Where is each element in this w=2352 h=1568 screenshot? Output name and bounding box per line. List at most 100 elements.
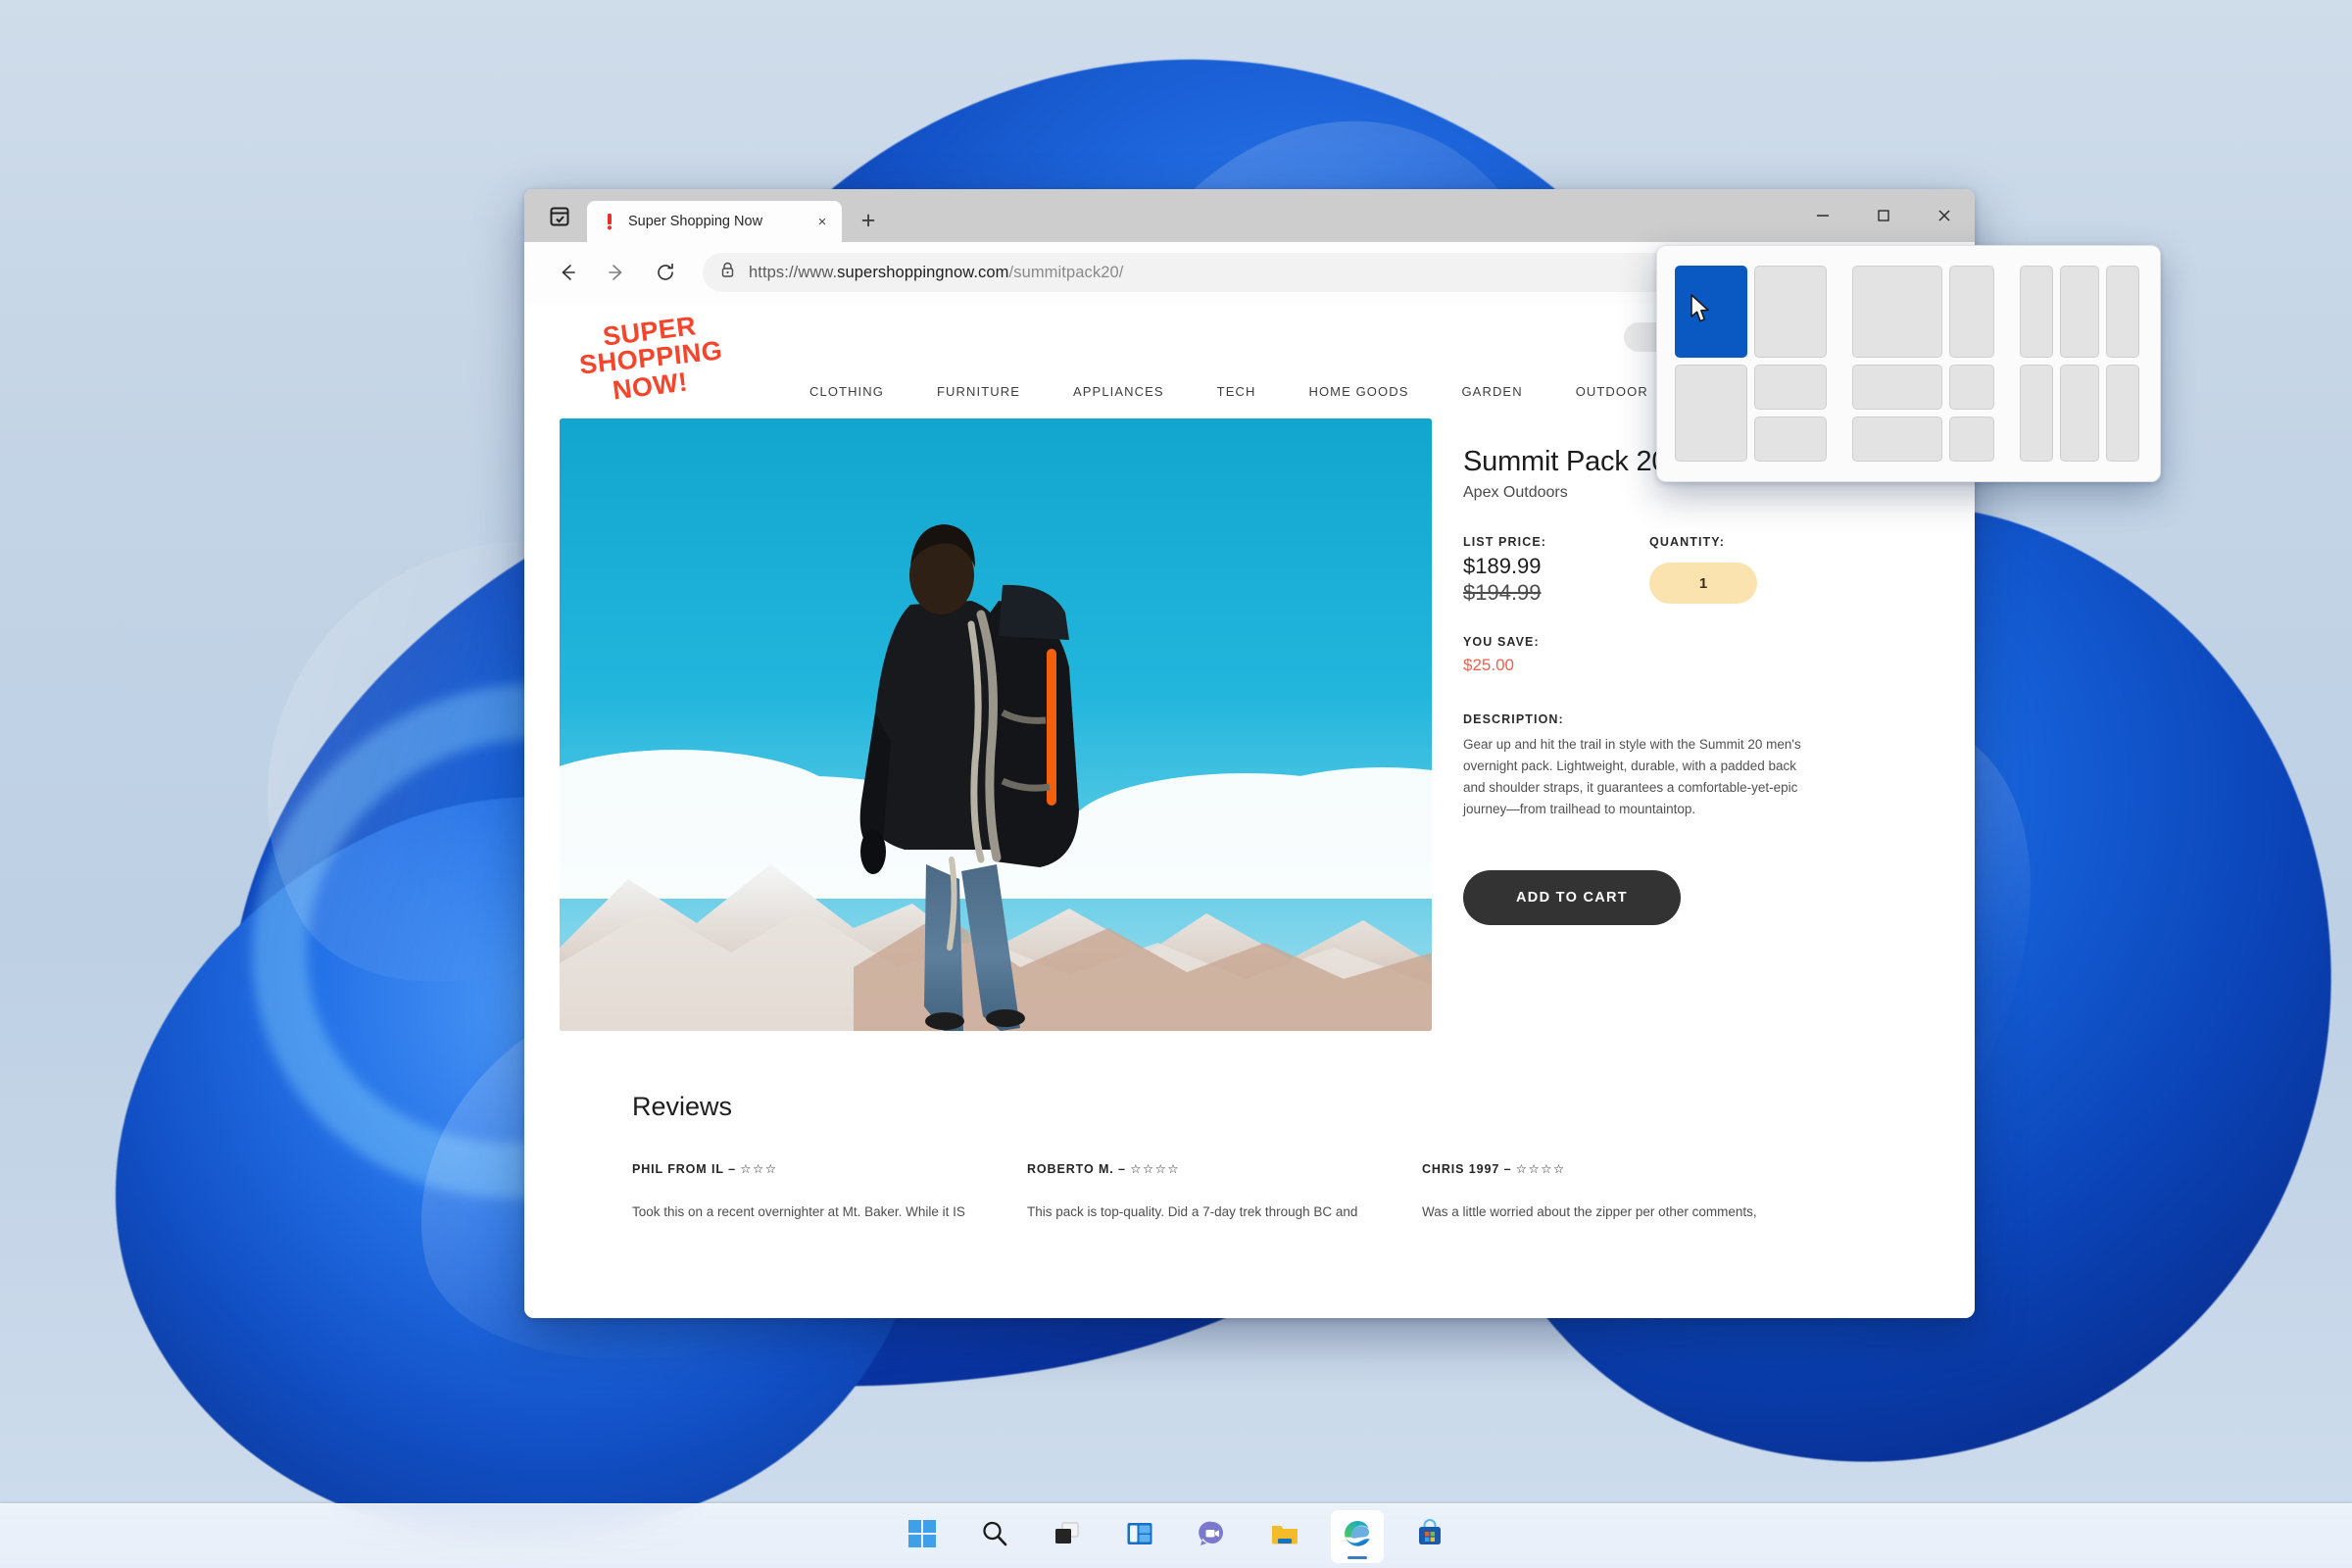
taskbar-item-microsoft-store[interactable] (1403, 1510, 1456, 1563)
snap-zone-col2-bottom[interactable] (2060, 365, 2099, 462)
microsoft-store-icon (1415, 1519, 1445, 1553)
nav-item-appliances[interactable]: APPLIANCES (1047, 384, 1191, 399)
review-body: Was a little worried about the zipper pe… (1422, 1201, 1782, 1223)
reviews-section: Reviews PHIL FROM IL – ☆☆☆ Took this on … (524, 1031, 1975, 1223)
review-author-line: PHIL FROM IL – ☆☆☆ (632, 1161, 992, 1176)
snap-layouts-flyout (1656, 245, 2161, 482)
product-hero-image (560, 418, 1432, 1031)
collections-icon[interactable] (538, 197, 581, 236)
snap-zone-wide-left[interactable] (1852, 266, 1942, 358)
nav-item-garden[interactable]: GARDEN (1435, 384, 1548, 399)
review-author-line: ROBERTO M. – ☆☆☆☆ (1027, 1161, 1387, 1176)
maximize-button[interactable] (1853, 189, 1914, 242)
minimize-button[interactable] (1792, 189, 1853, 242)
description-label: DESCRIPTION: (1463, 712, 1801, 726)
snap-zone-grid-bottom-right[interactable] (1949, 416, 1994, 462)
product-brand: Apex Outdoors (1463, 484, 1918, 502)
add-to-cart-button[interactable]: ADD TO CART (1463, 870, 1681, 925)
taskbar-icons (896, 1510, 1456, 1563)
taskbar-active-indicator (1348, 1556, 1367, 1559)
quantity-label: QUANTITY: (1649, 535, 1757, 549)
nav-item-home-goods[interactable]: HOME GOODS (1282, 384, 1435, 399)
quantity-input[interactable]: 1 (1649, 563, 1757, 604)
review-separator: – (728, 1162, 736, 1176)
start-icon (907, 1519, 937, 1553)
lock-icon (720, 262, 735, 283)
widgets-icon (1125, 1519, 1154, 1553)
snap-zone-bottom-left[interactable] (1675, 365, 1747, 462)
snap-zone-col1-top[interactable] (2020, 266, 2053, 358)
review-separator: – (1118, 1162, 1126, 1176)
site-logo[interactable]: SUPER SHOPPING NOW! (577, 315, 754, 405)
review-stars: ☆☆☆☆ (1516, 1162, 1566, 1176)
mouse-cursor (1690, 294, 1711, 323)
warning-exclamation-icon (601, 213, 618, 230)
reviews-heading: Reviews (632, 1092, 1906, 1122)
reviews-grid: PHIL FROM IL – ☆☆☆ Took this on a recent… (632, 1161, 1906, 1223)
snap-zone-col1-bottom[interactable] (2020, 365, 2053, 462)
review-item: ROBERTO M. – ☆☆☆☆ This pack is top-quali… (1027, 1161, 1422, 1223)
snap-zone-bottom-right[interactable] (1754, 416, 1827, 462)
price-block: LIST PRICE: $189.99 $194.99 (1463, 535, 1649, 606)
review-stars: ☆☆☆☆ (1130, 1162, 1180, 1176)
window-controls (1792, 189, 1975, 242)
product-section: Summit Pack 20 – Men's Apex Outdoors LIS… (524, 418, 1975, 1031)
site-navigation: CLOTHING FURNITURE APPLIANCES TECH HOME … (783, 384, 1675, 405)
new-tab-button[interactable]: + (852, 204, 885, 237)
snap-zone-grid-bottom-left[interactable] (1852, 416, 1942, 462)
browser-tab-title: Super Shopping Now (628, 214, 803, 229)
windows-taskbar (0, 1503, 2352, 1568)
product-details: Summit Pack 20 – Men's Apex Outdoors LIS… (1463, 418, 1939, 1031)
price-and-quantity-row: LIST PRICE: $189.99 $194.99 QUANTITY: 1 (1463, 535, 1918, 606)
back-button[interactable] (546, 251, 589, 294)
file-explorer-icon (1270, 1519, 1299, 1553)
snap-zone-col3-bottom[interactable] (2106, 365, 2139, 462)
price-current: $189.99 (1463, 554, 1649, 579)
nav-item-tech[interactable]: TECH (1191, 384, 1283, 399)
browser-tab[interactable]: Super Shopping Now × (587, 201, 842, 242)
review-stars: ☆☆☆ (740, 1162, 777, 1176)
snap-zone-grid-top-left[interactable] (1852, 365, 1942, 410)
taskbar-item-search[interactable] (968, 1510, 1021, 1563)
you-save-label: YOU SAVE: (1463, 635, 1918, 649)
snap-zone-left-half[interactable] (1675, 266, 1747, 358)
snap-zone-grid-top-right[interactable] (1949, 365, 1994, 410)
review-author-line: CHRIS 1997 – ☆☆☆☆ (1422, 1161, 1782, 1176)
review-body: This pack is top-quality. Did a 7-day tr… (1027, 1201, 1387, 1223)
nav-item-furniture[interactable]: FURNITURE (910, 384, 1047, 399)
review-author: ROBERTO M. (1027, 1162, 1114, 1176)
snap-zone-right-half[interactable] (1754, 266, 1827, 358)
taskbar-item-widgets[interactable] (1113, 1510, 1166, 1563)
review-separator: – (1504, 1162, 1512, 1176)
tab-close-icon[interactable]: × (812, 212, 832, 231)
description-text: Gear up and hit the trail in style with … (1463, 734, 1801, 819)
nav-item-clothing[interactable]: CLOTHING (783, 384, 910, 399)
edge-icon (1342, 1518, 1373, 1554)
snap-zone-col3-top[interactable] (2106, 266, 2139, 358)
address-bar-url: https://www.supershoppingnow.com/summitp… (749, 264, 1123, 282)
review-author: CHRIS 1997 (1422, 1162, 1499, 1176)
review-body: Took this on a recent overnighter at Mt.… (632, 1201, 992, 1223)
quantity-block: QUANTITY: 1 (1649, 535, 1757, 606)
taskbar-item-file-explorer[interactable] (1258, 1510, 1311, 1563)
review-item: PHIL FROM IL – ☆☆☆ Took this on a recent… (632, 1161, 1027, 1223)
reload-button[interactable] (644, 251, 687, 294)
snap-zone-top-right[interactable] (1754, 365, 1827, 410)
list-price-label: LIST PRICE: (1463, 535, 1649, 549)
chat-icon (1198, 1519, 1227, 1553)
snap-zone-narrow-right[interactable] (1949, 266, 1994, 358)
close-button[interactable] (1914, 189, 1975, 242)
forward-button[interactable] (595, 251, 638, 294)
taskbar-item-edge[interactable] (1331, 1510, 1384, 1563)
you-save-block: YOU SAVE: $25.00 (1463, 635, 1918, 675)
taskbar-item-chat[interactable] (1186, 1510, 1239, 1563)
price-original: $194.99 (1463, 580, 1649, 606)
snap-layout-wide-left (1852, 266, 1994, 462)
browser-title-bar: Super Shopping Now × + (524, 189, 1975, 242)
snap-zone-col2-top[interactable] (2060, 266, 2099, 358)
taskbar-item-start[interactable] (896, 1510, 949, 1563)
you-save-amount: $25.00 (1463, 656, 1918, 675)
taskbar-item-task-view[interactable] (1041, 1510, 1094, 1563)
task-view-icon (1053, 1519, 1082, 1553)
description-block: DESCRIPTION: Gear up and hit the trail i… (1463, 712, 1801, 819)
